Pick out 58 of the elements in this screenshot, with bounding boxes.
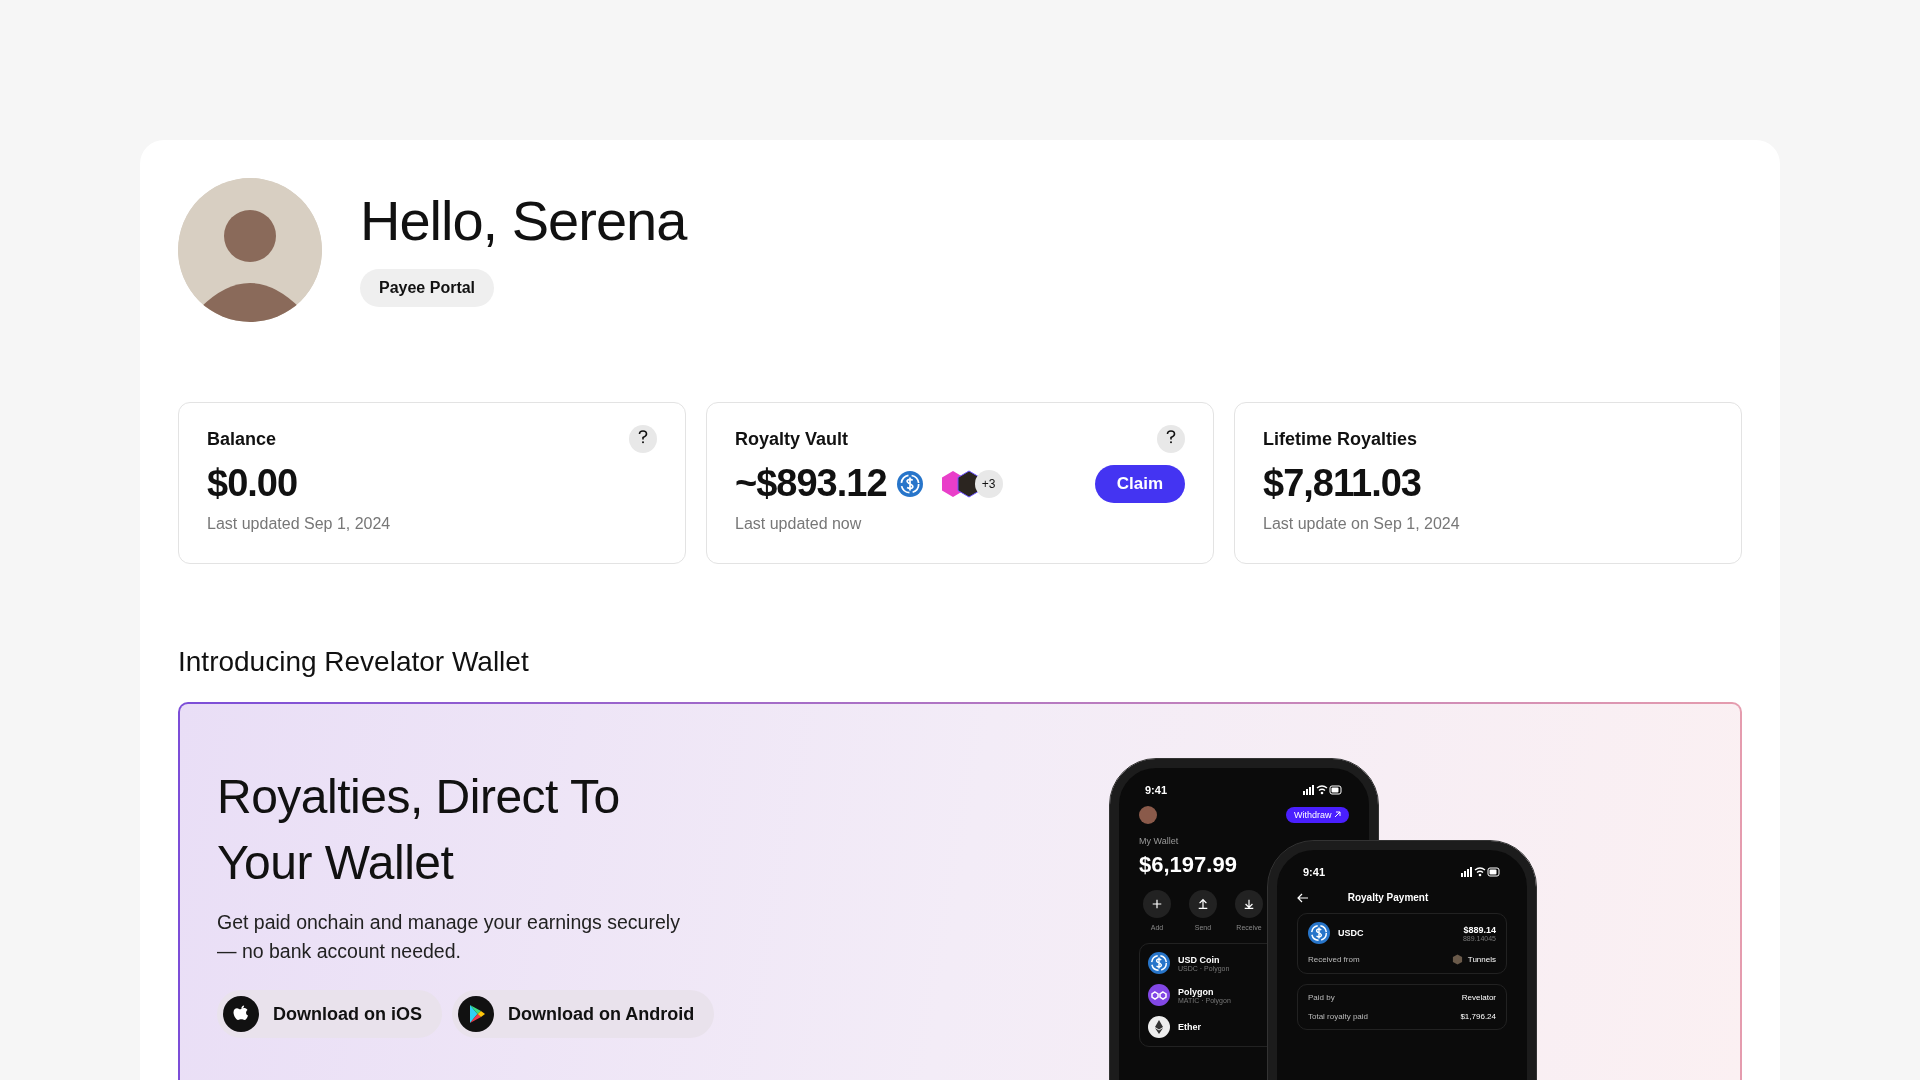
stat-note: Last updated Sep 1, 2024 [207,515,391,533]
wallet-action-button[interactable] [1235,890,1263,918]
detail-label: Paid by [1308,993,1335,1002]
promo-headline: Royalties, Direct To Your Wallet [217,769,621,891]
ether-icon [1148,1016,1170,1038]
asset-name: USD Coin [1178,954,1221,965]
download-icon [1243,898,1255,910]
portal-badge: Payee Portal [360,269,495,307]
detail-label: Received from [1308,955,1360,964]
stat-title: Lifetime Royalties [1263,429,1418,450]
claim-button[interactable]: Claim [1094,464,1185,503]
status-icons [1303,785,1343,795]
stat-title: Royalty Vault [735,429,849,450]
wallet-action-button[interactable] [1189,890,1217,918]
help-button[interactable] [629,425,657,453]
polygon-icon [1148,984,1170,1006]
detail-value: $1,796.24 [1460,1012,1496,1021]
usdc-icon [896,470,923,497]
stat-title: Balance [207,429,277,450]
plus-icon [1151,898,1163,910]
stat-value: $7,811.03 [1263,462,1421,505]
apple-icon [223,996,259,1032]
status-time: 9:41 [1303,866,1326,878]
detail-value: Tunnels [1467,955,1496,964]
detail-label: Total royalty paid [1308,1012,1369,1021]
download-button[interactable]: Download on iOS [217,990,442,1038]
question-mark-icon [638,430,648,444]
wallet-balance: $6,197.99 [1139,852,1237,878]
upload-icon [1197,898,1209,910]
greeting: Hello, Serena [360,188,687,253]
status-time: 9:41 [1145,784,1168,796]
status-icons [1461,867,1501,877]
asset-name: Ether [1178,1022,1201,1032]
question-mark-icon [1166,430,1176,444]
token-count: +3 [974,469,1003,498]
promo-text: Get paid onchain and manage your earnings securely — no bank account needed. [217,910,681,964]
help-button[interactable] [1157,425,1185,453]
profile-avatar [1139,806,1157,824]
usdc-icon [1308,922,1330,944]
stat-value: ~$893.12 [735,462,887,505]
wallet-label: My Wallet [1139,836,1179,846]
screen-title: Royalty Payment [1347,892,1429,903]
section-title: Introducing Revelator Wallet [178,646,530,678]
play-store-icon [458,996,494,1032]
arrow-icon [1334,811,1341,818]
withdraw-button[interactable]: Withdraw [1285,807,1349,823]
back-arrow-icon[interactable] [1297,892,1309,903]
detail-value: Revelator [1461,993,1496,1002]
usdc-icon [1148,952,1170,974]
stat-value: $0.00 [207,462,298,505]
token-name: USDC [1338,928,1364,938]
hexagon-icon [1451,954,1463,965]
wallet-action-button[interactable] [1143,890,1171,918]
stat-note: Last update on Sep 1, 2024 [1263,515,1460,533]
asset-name: Polygon [1178,986,1215,997]
download-button[interactable]: Download on Android [452,990,715,1038]
payment-amount: $889.14 [1462,924,1496,935]
stat-note: Last updated now [735,515,862,533]
